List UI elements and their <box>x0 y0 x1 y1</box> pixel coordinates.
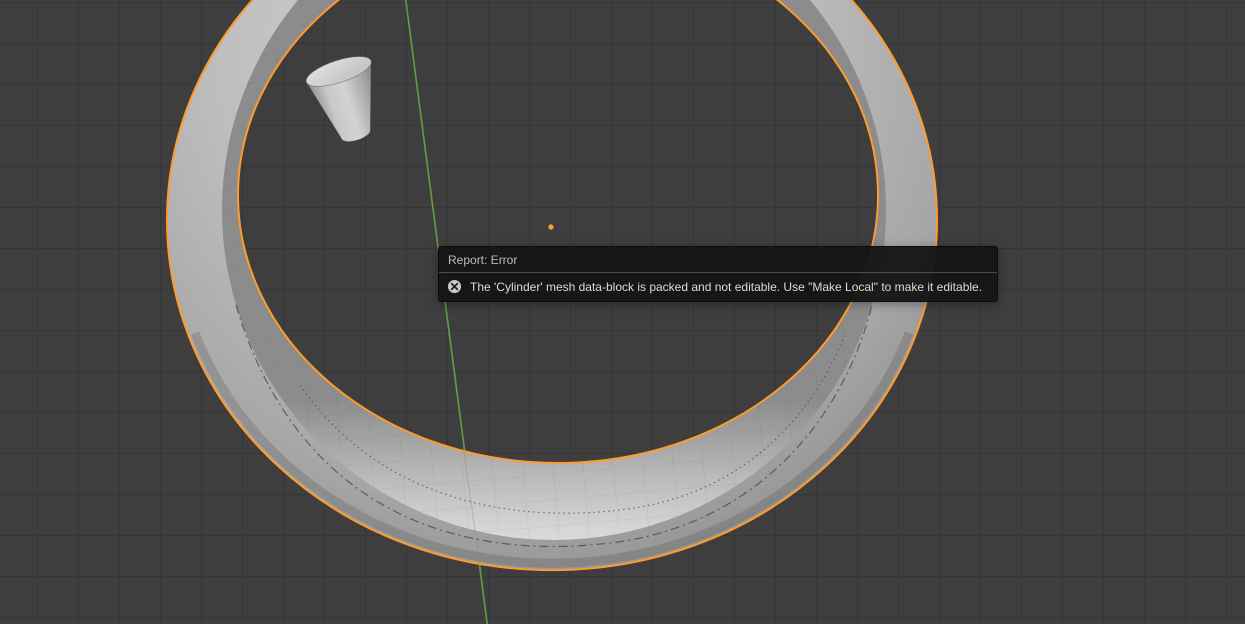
cylinder-mesh[interactable] <box>303 51 393 150</box>
3d-viewport[interactable]: Report: Error The 'Cylinder' mesh data-b… <box>0 0 1245 624</box>
object-origin-dot <box>548 224 554 230</box>
error-report-popup: Report: Error The 'Cylinder' mesh data-b… <box>438 246 998 302</box>
report-title: Report: Error <box>439 247 997 273</box>
blender-window: { "viewport": { "background_color": "#3e… <box>0 0 1245 624</box>
error-circle-x-icon <box>447 279 462 294</box>
report-message: The 'Cylinder' mesh data-block is packed… <box>470 279 983 294</box>
viewport-scene <box>165 0 939 624</box>
report-body: The 'Cylinder' mesh data-block is packed… <box>439 273 997 301</box>
